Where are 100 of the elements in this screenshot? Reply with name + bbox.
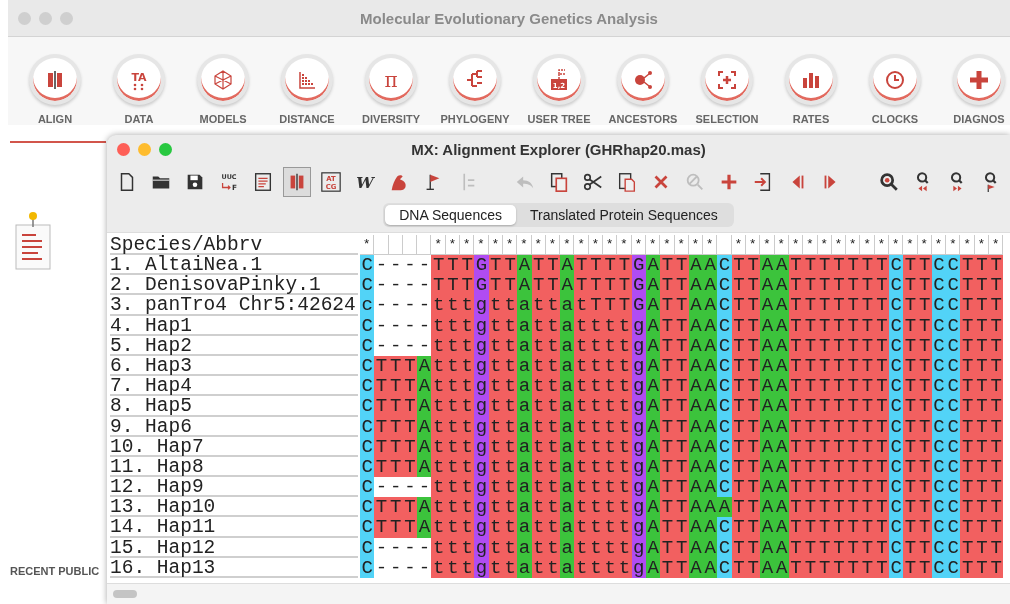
base-cell: t (603, 376, 618, 397)
base-cell: T (803, 255, 818, 276)
base-cell: T (989, 517, 1004, 538)
base-cell: T (603, 255, 618, 276)
tab[interactable]: Translated Protein Sequences (515, 205, 732, 225)
sequence-name[interactable]: 4. Hap1 (110, 315, 358, 336)
module-button[interactable] (701, 54, 753, 105)
sequence-name[interactable]: 16. Hap13 (110, 557, 358, 578)
close-button[interactable] (117, 142, 130, 156)
base-cell: t (460, 376, 475, 397)
text-document-icon (252, 171, 274, 193)
base-cell: A (760, 295, 775, 316)
module-button[interactable] (449, 54, 501, 105)
base-cell: C (717, 477, 732, 498)
base-cell: T (989, 275, 1004, 296)
module-button[interactable] (197, 54, 249, 105)
base-cell: T (660, 255, 675, 276)
base-cell: t (431, 557, 446, 578)
base-cell: C (717, 315, 732, 336)
base-cell: C (360, 275, 375, 296)
base-cell: a (517, 436, 532, 457)
sequence-name[interactable]: 7. Hap4 (110, 376, 358, 397)
base-cell: t (460, 355, 475, 377)
sequence-name[interactable]: 8. Hap5 (110, 396, 358, 417)
base-cell: t (603, 416, 618, 437)
base-cell: t (574, 416, 589, 437)
base-cell: A (417, 517, 432, 538)
base-cell: T (846, 355, 861, 377)
base-cell: T (374, 355, 389, 377)
module-label: ANCESTORS (608, 113, 678, 125)
base-cell: C (717, 416, 732, 437)
sequence-name[interactable]: 14. Hap11 (110, 517, 358, 538)
sequence-name[interactable]: 13. Hap10 (110, 497, 358, 518)
base-cell: T (374, 376, 389, 397)
base-cell: A (760, 355, 775, 377)
base-cell: g (474, 396, 489, 417)
base-cell: C (946, 557, 961, 578)
scrollbar-thumb[interactable] (113, 590, 137, 598)
base-cell: T (960, 456, 975, 478)
module-button[interactable] (869, 54, 921, 105)
base-cell: a (517, 477, 532, 498)
module-button[interactable] (785, 54, 837, 105)
module-button[interactable] (281, 54, 333, 105)
tab[interactable]: DNA Sequences (385, 205, 516, 225)
base-cell: A (760, 376, 775, 397)
base-cell: A (703, 295, 718, 316)
base-cell: T (860, 497, 875, 518)
base-cell: T (989, 295, 1004, 316)
base-cell: T (660, 477, 675, 498)
sequence-name[interactable]: 2. DenisovaPinky.1 (110, 275, 358, 296)
module-button[interactable]: TA (113, 54, 165, 105)
sequence-name[interactable]: 1. AltaiNea.1 (110, 255, 358, 276)
sequence-name[interactable]: 9. Hap6 (110, 416, 358, 437)
module-button[interactable] (617, 54, 669, 105)
base-cell: g (474, 315, 489, 336)
sequence-name[interactable]: 5. Hap2 (110, 335, 358, 356)
base-cell: C (717, 456, 732, 478)
base-cell: C (717, 557, 732, 578)
base-cell: t (431, 335, 446, 356)
sequence-name[interactable]: 3. panTro4 Chr5:42624 (110, 295, 358, 316)
base-cell: g (474, 477, 489, 498)
base-cell: t (460, 315, 475, 336)
base-cell: C (946, 436, 961, 457)
base-cell: C (717, 335, 732, 356)
module-label: DISTANCE (279, 113, 335, 125)
base-cell: T (803, 396, 818, 417)
sequence-name[interactable]: 6. Hap3 (110, 355, 358, 377)
base-cell: T (860, 315, 875, 336)
base-cell: T (803, 315, 818, 336)
align-columns-button[interactable] (283, 167, 311, 197)
base-cell: T (903, 456, 918, 478)
base-cell: T (903, 335, 918, 356)
module-button[interactable] (953, 54, 1005, 105)
base-cell: T (431, 275, 446, 296)
base-cell: a (517, 376, 532, 397)
base-cell: T (846, 517, 861, 538)
base-cell: T (746, 275, 761, 296)
base-cell: g (474, 517, 489, 538)
base-cell: t (603, 436, 618, 457)
base-cell: a (560, 436, 575, 457)
base-cell: T (960, 517, 975, 538)
base-cell: C (946, 376, 961, 397)
base-cell: t (431, 537, 446, 558)
base-cell: T (989, 537, 1004, 558)
base-cell: A (703, 355, 718, 377)
sequence-name[interactable]: 10. Hap7 (110, 436, 358, 457)
base-cell: A (760, 335, 775, 356)
sequence-name[interactable]: 11. Hap8 (110, 456, 358, 478)
base-cell: t (574, 396, 589, 417)
base-cell: T (660, 497, 675, 518)
base-cell: T (660, 416, 675, 437)
base-cell: t (431, 517, 446, 538)
module-button[interactable]: π (365, 54, 417, 105)
base-cell: A (703, 335, 718, 356)
module-button[interactable] (29, 54, 81, 105)
sequence-name[interactable]: 12. Hap9 (110, 477, 358, 498)
base-cell: g (474, 376, 489, 397)
base-cell: T (960, 416, 975, 437)
horizontal-scrollbar[interactable] (107, 583, 1010, 604)
sequence-name[interactable]: 15. Hap12 (110, 537, 358, 558)
